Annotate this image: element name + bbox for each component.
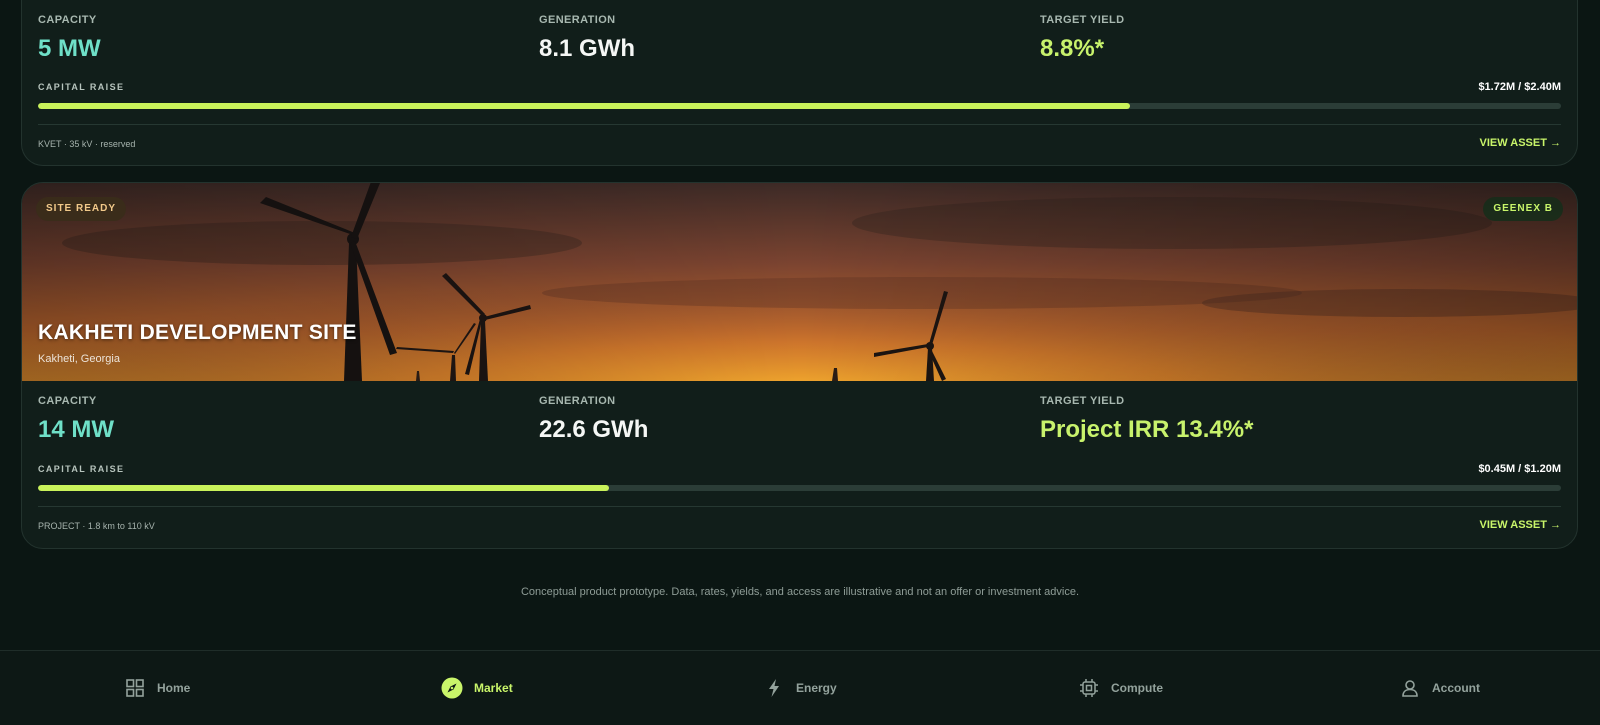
generation-stat: GENERATION 22.6 GWh xyxy=(539,395,648,444)
capital-raise-progress-fill xyxy=(38,103,1130,109)
target-yield-label: TARGET YIELD xyxy=(1040,395,1125,407)
site-status-badge: SITE READY xyxy=(36,197,127,221)
generation-value: 22.6 GWh xyxy=(539,416,649,443)
grid-icon xyxy=(124,677,146,699)
nav-label: Energy xyxy=(796,681,837,695)
capital-raise-progress xyxy=(38,103,1561,109)
target-yield-stat: TARGET YIELD Project IRR 13.4%* xyxy=(1040,395,1253,444)
chip-icon xyxy=(1078,677,1100,699)
developer-badge: GEENEX B xyxy=(1483,197,1563,221)
target-yield-stat: TARGET YIELD 8.8%* xyxy=(1040,14,1124,63)
nav-label: Compute xyxy=(1111,681,1163,695)
target-yield-label: TARGET YIELD xyxy=(1040,14,1125,26)
wind-turbine-sunset-image xyxy=(22,183,1577,381)
generation-value: 8.1 GWh xyxy=(539,35,636,62)
nav-item-home[interactable]: Home xyxy=(124,675,190,701)
capacity-stat: CAPACITY 14 MW xyxy=(38,395,114,444)
capacity-value: 5 MW xyxy=(38,35,101,62)
site-title: KAKHETI DEVELOPMENT SITE xyxy=(38,321,357,344)
nav-label: Account xyxy=(1432,681,1480,695)
compass-icon xyxy=(441,677,463,699)
site-hero-image: SITE READY GEENEX B KAKHETI DEVELOPMENT … xyxy=(22,183,1577,381)
capital-raise-label: CAPITAL RAISE xyxy=(38,464,125,474)
nav-label: Home xyxy=(157,681,191,695)
grid-connection-note: KVET · 35 kV · reserved xyxy=(38,139,136,149)
bottom-navigation: Home Market Energy Compute Account xyxy=(0,650,1600,725)
capacity-label: CAPACITY xyxy=(38,14,97,26)
grid-connection-note: PROJECT · 1.8 km to 110 kV xyxy=(38,521,155,531)
target-yield-value: Project IRR 13.4%* xyxy=(1040,416,1254,443)
target-yield-value: 8.8%* xyxy=(1040,35,1105,62)
nav-item-market[interactable]: Market xyxy=(441,675,513,701)
nav-label: Market xyxy=(474,681,513,695)
capital-raise-amount: $1.72M / $2.40M xyxy=(1478,81,1561,93)
capital-raise-progress-fill xyxy=(38,485,610,491)
capacity-label: CAPACITY xyxy=(38,395,97,407)
capacity-stat: CAPACITY 5 MW xyxy=(38,14,101,63)
lightning-icon xyxy=(763,677,785,699)
nav-item-account[interactable]: Account xyxy=(1399,675,1480,701)
disclaimer-text: Conceptual product prototype. Data, rate… xyxy=(520,586,1080,598)
generation-stat: GENERATION 8.1 GWh xyxy=(539,14,635,63)
card-divider xyxy=(38,506,1561,507)
site-location: Kakheti, Georgia xyxy=(38,353,120,365)
asset-card: SITE READY GEENEX B KAKHETI DEVELOPMENT … xyxy=(21,182,1578,549)
capital-raise-amount: $0.45M / $1.20M xyxy=(1478,463,1561,475)
generation-label: GENERATION xyxy=(539,14,616,26)
card-divider xyxy=(38,124,1561,125)
view-asset-link[interactable]: VIEW ASSET → xyxy=(1480,137,1562,149)
view-asset-link[interactable]: VIEW ASSET → xyxy=(1480,519,1562,531)
capital-raise-label: CAPITAL RAISE xyxy=(38,82,125,92)
asset-card: CAPACITY 5 MW GENERATION 8.1 GWh TARGET … xyxy=(21,0,1578,166)
capital-raise-progress xyxy=(38,485,1561,491)
generation-label: GENERATION xyxy=(539,395,616,407)
nav-item-compute[interactable]: Compute xyxy=(1078,675,1163,701)
nav-item-energy[interactable]: Energy xyxy=(763,675,837,701)
user-icon xyxy=(1399,677,1421,699)
capacity-value: 14 MW xyxy=(38,416,115,443)
